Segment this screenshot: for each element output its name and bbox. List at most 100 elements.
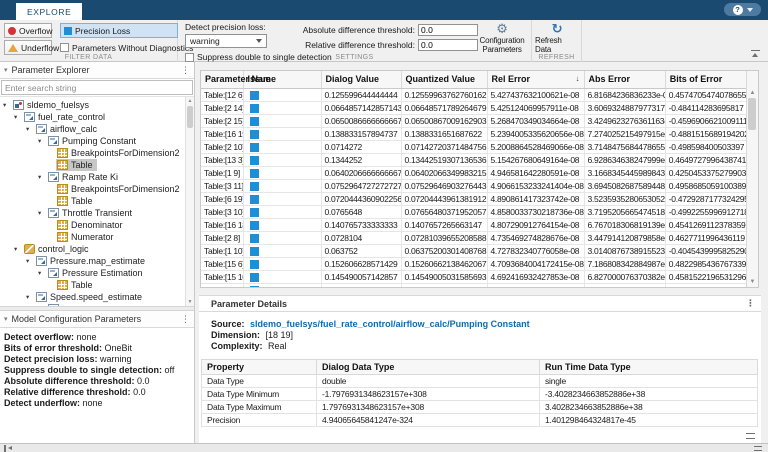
table-row[interactable]: Table:[2 8] 0.0728104 0.0728103965520858…: [201, 231, 748, 245]
parameter-explorer-header[interactable]: ▾ Parameter Explorer ⋮: [0, 62, 194, 79]
details-meta-value[interactable]: [18 19]: [266, 330, 294, 340]
tree-item[interactable]: ▾ airflow_calc: [0, 123, 194, 135]
collapse-panel-icon[interactable]: [754, 446, 762, 451]
scroll-down-icon[interactable]: ▼: [747, 279, 758, 285]
details-column-property[interactable]: Property: [201, 359, 317, 375]
cell-bits-of-error: -0.40454399958252907: [665, 244, 748, 258]
table-row[interactable]: Table:[15 6] 0.152606628571429 0.1526066…: [201, 257, 748, 271]
tree-expand-arrow[interactable]: ▾: [14, 113, 23, 121]
tree-item[interactable]: ▾ Pressure Estimation: [0, 267, 194, 279]
relative-threshold-input[interactable]: [418, 39, 478, 51]
table-row[interactable]: Table:[3 11] 0.0752964727272727 0.075296…: [201, 179, 748, 193]
tree-node-label: control_logic: [38, 244, 89, 254]
tree-expand-arrow[interactable]: ▾: [38, 209, 47, 217]
collapse-icon[interactable]: ▾: [4, 66, 8, 74]
tree-item[interactable]: ▾ Pumping Constant: [0, 135, 194, 147]
table-row[interactable]: Table:[2 14] 0.0664857142857143 0.066485…: [201, 101, 748, 115]
table-scrollbar[interactable]: ▲ ▼: [746, 71, 758, 287]
cell-bits-of-error: 0.4541269112378359: [665, 218, 748, 232]
column-header[interactable]: Parameter Name: [201, 71, 276, 89]
table-row[interactable]: Table:[2 10] 0.0714272 0.071427203714847…: [201, 140, 748, 154]
details-meta-value[interactable]: Real: [268, 341, 287, 351]
tree-expand-arrow[interactable]: ▾: [3, 101, 12, 109]
tree-expand-arrow[interactable]: ▾: [38, 269, 47, 277]
tree-item-selection: Throttle Transient: [47, 207, 136, 219]
tree-expand-arrow[interactable]: ▾: [14, 245, 23, 253]
kebab-menu-icon[interactable]: ⋮: [181, 65, 190, 76]
underflow-toggle-button[interactable]: Underflow: [4, 40, 59, 55]
table-row[interactable]: Table:[6 19] 0.0720444360902256 0.072044…: [201, 192, 748, 206]
details-column-runtime-type[interactable]: Run Time Data Type: [539, 359, 758, 375]
tree-item[interactable]: BreakpointsForDimension2: [0, 147, 194, 159]
table-row[interactable]: Table:[16 18] 0.140765733333333 0.140765…: [201, 218, 748, 232]
tree-item[interactable]: ▾ sldemo_fuelsys: [0, 99, 194, 111]
tree-item[interactable]: Table: [0, 279, 194, 291]
table-row[interactable]: Table:[1 10] 0.063752 0.0637520030140876…: [201, 244, 748, 258]
tree-scrollbar[interactable]: ▲ ▼: [185, 97, 194, 306]
search-input[interactable]: [1, 80, 193, 95]
dock-left-icon[interactable]: [4, 445, 12, 452]
details-column-dialog-type[interactable]: Dialog Data Type: [316, 359, 540, 375]
cell-abs-error: 3.6945082687589448e-09: [584, 179, 666, 193]
column-header[interactable]: Quantized Value: [401, 71, 488, 89]
tree-item[interactable]: Table: [0, 195, 194, 207]
collapse-ribbon-icon[interactable]: [751, 50, 760, 57]
table-row[interactable]: Table:[12 6] 0.125599644444444 0.1255996…: [201, 88, 748, 102]
tree-item[interactable]: ▾ Pressure.map_estimate: [0, 255, 194, 267]
tree-expand-arrow[interactable]: ▾: [26, 293, 35, 301]
cell-dialog-value: 0.0664857142857143: [321, 101, 402, 115]
configuration-parameters-button[interactable]: ⚙ Configuration Parameters: [476, 22, 528, 55]
refresh-section-label: REFRESH: [538, 54, 575, 61]
table-row[interactable]: Table:[16 19] 0.138833157894737 0.138833…: [201, 127, 748, 141]
column-header[interactable]: Abs Error: [584, 71, 666, 89]
scrollbar-thumb[interactable]: [187, 106, 193, 128]
tree-item[interactable]: ▾ fuel_rate_control: [0, 111, 194, 123]
model-config-header[interactable]: ▾ Model Configuration Parameters ⋮: [0, 311, 194, 328]
column-header[interactable]: ↓ Rel Error: [487, 71, 585, 89]
scrollbar-thumb[interactable]: [748, 98, 756, 130]
tree-item[interactable]: BreakpointsForDimension2: [0, 183, 194, 195]
tree-expand-arrow[interactable]: ▾: [38, 173, 47, 181]
absolute-threshold-input[interactable]: [418, 24, 478, 36]
tree-expand-arrow[interactable]: ▾: [26, 125, 35, 133]
table-row[interactable]: Table:[3 10] 0.0765648 0.076564803719520…: [201, 205, 748, 219]
overflow-toggle-button[interactable]: Overflow: [4, 23, 53, 38]
column-header[interactable]: Issue: [243, 71, 322, 89]
tree-expand-arrow[interactable]: ▾: [26, 257, 35, 265]
tree-item[interactable]: ▾ Speed.speed_estimate: [0, 291, 194, 303]
refresh-data-button[interactable]: ↻ Refresh Data: [535, 22, 579, 55]
table-row[interactable]: Table:[13 3] 0.1344252 0.134425193071365…: [201, 153, 748, 167]
collapse-icon[interactable]: ▾: [4, 315, 8, 323]
tree-item[interactable]: ▾ Throttle Transient: [0, 207, 194, 219]
tree-item[interactable]: Table: [0, 159, 194, 171]
titlebar: EXPLORE ?: [0, 0, 768, 20]
kebab-menu-icon[interactable]: ⋮: [181, 314, 190, 325]
underflow-icon: [8, 43, 18, 52]
tree-item[interactable]: Numerator: [0, 231, 194, 243]
precision-loss-toggle-button[interactable]: Precision Loss: [60, 23, 178, 38]
table-row[interactable]: Table:[2 15] 0.0650086666666667 0.065008…: [201, 114, 748, 128]
chevron-down-icon: [746, 7, 753, 12]
tree-expand-arrow[interactable]: ▾: [38, 137, 47, 145]
column-header[interactable]: Bits of Error: [665, 71, 748, 89]
details-meta-value[interactable]: sldemo_fuelsys/fuel_rate_control/airflow…: [250, 319, 530, 329]
parameters-without-diagnostics-checkbox[interactable]: Parameters Without Diagnostics: [60, 40, 193, 55]
parameter-details-header[interactable]: Parameter Details ⋮: [199, 295, 761, 312]
table-row[interactable]: Table:[15 10] 0.145490057142857 0.145490…: [201, 270, 748, 284]
scroll-down-icon[interactable]: ▼: [186, 299, 194, 305]
column-header[interactable]: Dialog Value: [321, 71, 402, 89]
tree-item[interactable]: ▾ Ramp Rate Ki: [0, 171, 194, 183]
tree-expand-arrow[interactable]: ▾: [38, 305, 47, 306]
kebab-menu-icon[interactable]: ⋮: [746, 298, 755, 309]
scroll-up-icon[interactable]: ▲: [186, 98, 194, 104]
tab-explore[interactable]: EXPLORE: [16, 3, 83, 20]
scroll-up-icon[interactable]: ▲: [747, 90, 758, 96]
collapse-details-icon[interactable]: [746, 433, 755, 439]
help-button[interactable]: ?: [724, 3, 761, 16]
tree-item[interactable]: ▾: [0, 303, 194, 306]
detect-precision-loss-dropdown[interactable]: warning: [185, 34, 267, 48]
tree-item[interactable]: Denominator: [0, 219, 194, 231]
cell-bits-of-error: -0.48815156891942024: [665, 127, 748, 141]
table-row[interactable]: Table:[1 9] 0.0640206666666667 0.0640206…: [201, 166, 748, 180]
tree-item[interactable]: ▾ control_logic: [0, 243, 194, 255]
